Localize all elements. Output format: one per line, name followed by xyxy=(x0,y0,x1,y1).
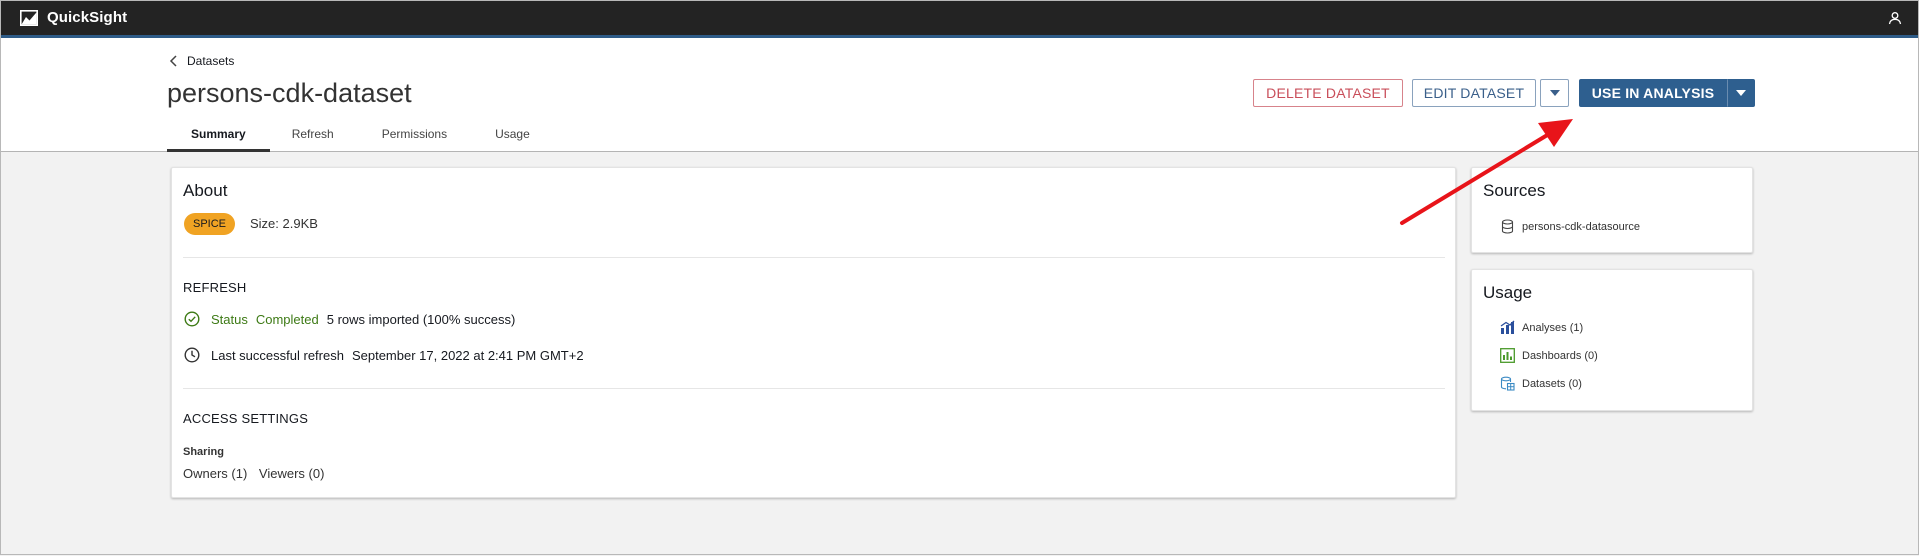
spice-badge: SPICE xyxy=(184,213,236,235)
dashboard-icon xyxy=(1500,348,1515,363)
about-title: About xyxy=(183,181,228,200)
tab-bar: Summary Refresh Permissions Usage xyxy=(167,126,554,152)
top-bar: QuickSight xyxy=(1,1,1918,38)
access-settings-heading: ACCESS SETTINGS xyxy=(183,411,309,426)
viewers-link[interactable]: Viewers (0) xyxy=(259,466,325,481)
sharing-label: Sharing xyxy=(183,446,224,458)
source-item[interactable]: persons-cdk-datasource xyxy=(1500,219,1640,234)
dataset-size: Size: 2.9KB xyxy=(250,216,318,231)
refresh-heading: REFRESH xyxy=(183,280,247,295)
edit-dataset-button[interactable]: EDIT DATASET xyxy=(1412,79,1536,107)
refresh-status-row: Status Completed 5 rows imported (100% s… xyxy=(184,311,515,327)
tab-usage[interactable]: Usage xyxy=(471,126,554,149)
delete-dataset-button[interactable]: DELETE DATASET xyxy=(1253,79,1403,107)
page-header: Datasets persons-cdk-dataset Summary Ref… xyxy=(1,38,1918,152)
status-label: Status xyxy=(211,311,248,327)
clock-icon xyxy=(184,347,200,363)
source-item-label: persons-cdk-datasource xyxy=(1522,220,1641,233)
tab-refresh[interactable]: Refresh xyxy=(270,126,358,149)
analysis-icon xyxy=(1500,320,1515,334)
last-refresh-value: September 17, 2022 at 2:41 PM GMT+2 xyxy=(351,347,584,363)
caret-down-icon xyxy=(1736,90,1746,96)
rows-imported: 5 rows imported (100% success) xyxy=(326,311,516,327)
divider xyxy=(183,257,1445,258)
caret-down-icon xyxy=(1549,90,1560,96)
sources-title: Sources xyxy=(1483,181,1546,200)
usage-item-datasets[interactable]: Datasets (0) xyxy=(1500,376,1582,391)
use-in-analysis-dropdown-button[interactable] xyxy=(1727,79,1755,107)
tab-summary[interactable]: Summary xyxy=(167,126,270,152)
about-card: About SPICE Size: 2.9KB REFRESH Status C… xyxy=(171,167,1456,498)
status-value: Completed xyxy=(255,311,319,327)
tab-permissions[interactable]: Permissions xyxy=(358,126,471,149)
breadcrumb-back-link[interactable]: Datasets xyxy=(169,54,234,68)
chevron-left-icon xyxy=(169,55,177,67)
last-refresh-row: Last successful refresh September 17, 20… xyxy=(184,347,584,363)
check-circle-icon xyxy=(184,311,200,327)
app-brand: QuickSight xyxy=(47,9,128,26)
use-in-analysis-button[interactable]: USE IN ANALYSIS xyxy=(1579,79,1727,107)
sharing-links: Owners (1) Viewers (0) xyxy=(183,466,332,481)
edit-dataset-dropdown-button[interactable] xyxy=(1540,79,1569,107)
quicksight-logo-icon xyxy=(20,10,38,26)
dataset-icon xyxy=(1500,376,1515,391)
usage-item-dashboards[interactable]: Dashboards (0) xyxy=(1500,348,1598,363)
user-icon[interactable] xyxy=(1888,11,1902,25)
database-icon xyxy=(1501,219,1514,234)
usage-card: Usage Analyses (1) Dashboards (0) Datase… xyxy=(1471,269,1753,411)
usage-item-label: Analyses (1) xyxy=(1522,321,1584,334)
owners-link[interactable]: Owners (1) xyxy=(183,466,247,481)
sources-card: Sources persons-cdk-datasource xyxy=(1471,167,1753,253)
page-title: persons-cdk-dataset xyxy=(167,78,412,108)
usage-item-label: Dashboards (0) xyxy=(1522,349,1598,362)
usage-title: Usage xyxy=(1483,283,1533,302)
usage-item-analyses[interactable]: Analyses (1) xyxy=(1500,320,1583,335)
divider xyxy=(183,388,1445,389)
last-refresh-label: Last successful refresh xyxy=(211,347,344,363)
breadcrumb-label: Datasets xyxy=(187,54,235,68)
usage-item-label: Datasets (0) xyxy=(1522,377,1582,390)
